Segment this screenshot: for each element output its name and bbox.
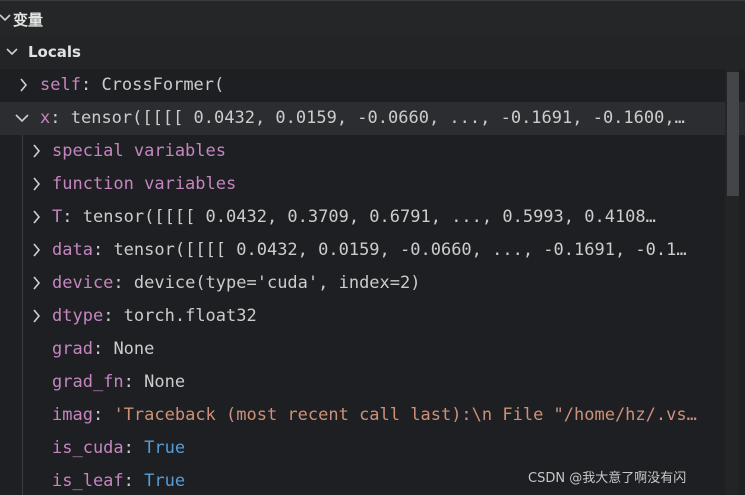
variable-value: None <box>113 339 155 359</box>
variable-row-x[interactable]: x: tensor([[[[ 0.0432, 0.0159, -0.0660, … <box>0 102 745 135</box>
variable-value: 'Traceback (most recent call last):\n Fi… <box>113 405 697 425</box>
section-title: 变量 <box>13 11 44 29</box>
chevron-right-icon[interactable] <box>29 275 45 291</box>
chevron-down-icon <box>0 14 11 22</box>
variable-row-imag[interactable]: imag: 'Traceback (most recent call last)… <box>0 399 745 432</box>
variable-name: x <box>40 108 51 128</box>
variables-panel: 变量 Locals self: CrossFormer( x: tensor([… <box>0 0 745 495</box>
variable-value: True <box>144 438 186 458</box>
variable-name: grad_fn <box>52 372 124 392</box>
variable-value: None <box>144 372 186 392</box>
variable-name: dtype <box>52 306 104 326</box>
locals-scope-header[interactable]: Locals <box>0 36 745 69</box>
variable-row-device[interactable]: device: device(type='cuda', index=2) <box>0 267 745 300</box>
variable-name: function variables <box>52 174 237 194</box>
variable-value: tensor([[[[ 0.0432, 0.0159, -0.0660, ...… <box>70 108 685 128</box>
variable-name: self <box>40 75 81 95</box>
watermark: CSDN @我大意了啊没有闪 <box>528 471 687 486</box>
variable-name: grad <box>52 339 93 359</box>
chevron-right-icon[interactable] <box>29 143 45 159</box>
chevron-right-icon[interactable] <box>16 77 32 93</box>
variable-row-dtype[interactable]: dtype: torch.float32 <box>0 300 745 333</box>
variable-name: data <box>52 240 93 260</box>
variable-row-grad[interactable]: grad: None <box>0 333 745 366</box>
variable-value: tensor([[[[ 0.0432, 0.0159, -0.0660, ...… <box>113 240 687 260</box>
chevron-right-icon[interactable] <box>29 209 45 225</box>
chevron-right-icon[interactable] <box>29 176 45 192</box>
variables-section-header[interactable]: 变量 <box>0 0 745 36</box>
variable-name: device <box>52 273 114 293</box>
variable-name: is_cuda <box>52 438 124 458</box>
variable-name: imag <box>52 405 93 425</box>
variable-value: True <box>144 471 186 491</box>
scope-label: Locals <box>28 43 81 61</box>
variable-name: T <box>52 207 63 227</box>
chevron-down-icon <box>6 48 18 56</box>
chevron-right-icon[interactable] <box>29 308 45 324</box>
variable-row-data[interactable]: data: tensor([[[[ 0.0432, 0.0159, -0.066… <box>0 234 745 267</box>
scrollbar-thumb[interactable] <box>727 72 739 196</box>
variable-row-self[interactable]: self: CrossFormer( <box>0 69 745 102</box>
variable-value: torch.float32 <box>123 306 257 326</box>
variable-name: is_leaf <box>52 471 124 491</box>
chevron-right-icon[interactable] <box>29 242 45 258</box>
variable-value: tensor([[[[ 0.0432, 0.3709, 0.6791, ...,… <box>82 207 656 227</box>
variable-row-is_cuda[interactable]: is_cuda: True <box>0 432 745 465</box>
variable-row-T[interactable]: T: tensor([[[[ 0.0432, 0.3709, 0.6791, .… <box>0 201 745 234</box>
variable-row-special-variables[interactable]: special variables <box>0 135 745 168</box>
variable-value: CrossFormer( <box>101 75 225 95</box>
variable-name: special variables <box>52 141 226 161</box>
variable-value: device(type='cuda', index=2) <box>133 273 421 293</box>
chevron-down-icon[interactable] <box>14 110 30 126</box>
variable-row-grad_fn[interactable]: grad_fn: None <box>0 366 745 399</box>
variable-row-function-variables[interactable]: function variables <box>0 168 745 201</box>
